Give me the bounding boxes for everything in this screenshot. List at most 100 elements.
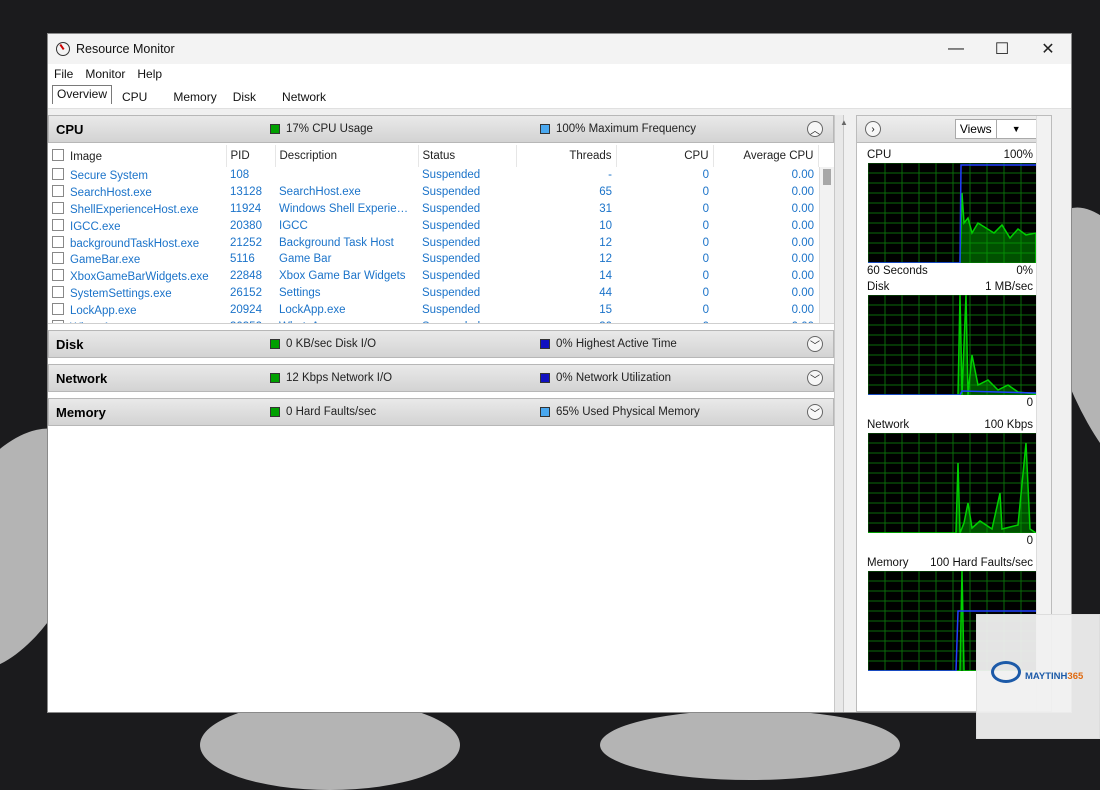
row-checkbox[interactable] — [52, 185, 64, 198]
column-header-average-cpu[interactable]: Average CPU — [713, 145, 819, 167]
expand-chevron-down-icon[interactable]: ﹀ — [807, 370, 823, 386]
select-all-checkbox[interactable] — [52, 149, 64, 161]
graph-canvas — [868, 295, 1036, 395]
memory-graph-max: 100 Hard Faults/sec — [930, 557, 1033, 569]
resource-monitor-icon — [56, 42, 70, 56]
cpu-section-title: CPU — [56, 121, 84, 137]
used-memory-swatch — [540, 407, 550, 417]
table-row[interactable]: SystemSettings.exe 26152 Settings Suspended… — [48, 285, 818, 302]
watermark-logo: MAYTINH365 — [976, 614, 1100, 739]
cpu-process-table: Image PID Description Status Threads CPU… — [48, 145, 834, 324]
table-row[interactable]: backgroundTaskHost.exe 21252 Background Ta… — [48, 234, 818, 251]
row-checkbox[interactable] — [52, 319, 64, 323]
table-row[interactable]: LockApp.exe 20924 LockApp.exe Suspended 15 0 0… — [48, 301, 818, 318]
network-graph-max: 100 Kbps — [984, 419, 1033, 431]
column-header-threads[interactable]: Threads — [516, 145, 617, 167]
disk-active-time-stat: 0% Highest Active Time — [556, 338, 677, 350]
dropdown-arrow-icon[interactable]: ▼ — [995, 120, 1037, 138]
chevron-right-icon[interactable]: › — [865, 121, 881, 137]
row-checkbox[interactable] — [52, 269, 64, 282]
network-graph-block: Network 100 Kbps 0 — [861, 417, 1041, 549]
views-dropdown[interactable]: Views ▼ — [955, 119, 1037, 139]
cpu-usage-stat: 17% CPU Usage — [286, 123, 373, 135]
used-memory-stat: 65% Used Physical Memory — [556, 406, 700, 418]
graphs-toolbar: › Views ▼ — [857, 116, 1051, 143]
network-section-title: Network — [56, 370, 108, 386]
tab-bar: Overview CPU Memory Disk Network — [48, 84, 1071, 109]
disk-active-time-swatch — [540, 339, 550, 349]
cpu-graph-time-span: 60 Seconds — [867, 265, 928, 277]
title-bar[interactable]: Resource Monitor — ☐ ✕ — [48, 34, 1071, 64]
expand-chevron-down-icon[interactable]: ﹀ — [807, 404, 823, 420]
menu-file[interactable]: File — [54, 67, 73, 81]
hard-faults-swatch — [270, 407, 280, 417]
disk-section-header[interactable]: Disk 0 KB/sec Disk I/O 0% Highest Active… — [48, 330, 834, 358]
table-row[interactable]: IGCC.exe 20380 IGCC Suspended 10 0 0.00 — [48, 217, 818, 234]
memory-graph-label: Memory — [867, 557, 909, 569]
network-graph-min: 0 — [1026, 535, 1033, 547]
disk-graph-max: 1 MB/sec — [985, 281, 1033, 293]
maximize-button[interactable]: ☐ — [979, 34, 1025, 64]
tab-cpu[interactable]: CPU — [116, 88, 153, 108]
collapse-chevron-up-icon[interactable]: ︿ — [807, 121, 823, 137]
row-checkbox[interactable] — [52, 218, 64, 231]
resource-monitor-window: Resource Monitor — ☐ ✕ File Monitor Help… — [47, 33, 1072, 713]
tab-disk[interactable]: Disk — [227, 88, 262, 108]
row-checkbox[interactable] — [52, 285, 64, 298]
column-header-cpu[interactable]: CPU — [616, 145, 714, 167]
tab-memory[interactable]: Memory — [167, 88, 222, 108]
network-utilization-swatch — [540, 373, 550, 383]
row-checkbox[interactable] — [52, 201, 64, 214]
network-section-header[interactable]: Network 12 Kbps Network I/O 0% Network U… — [48, 364, 834, 392]
pane-splitter[interactable] — [834, 115, 844, 712]
watermark-brand: MAYTINH365 — [1025, 671, 1084, 682]
column-header-description[interactable]: Description — [275, 145, 419, 167]
table-row[interactable]: WhatsApp.exe30352WhatsApp.exeSuspended30… — [48, 318, 818, 323]
scrollbar-thumb[interactable] — [823, 169, 831, 185]
row-checkbox[interactable] — [52, 235, 64, 248]
table-row[interactable]: XboxGameBarWidgets.exe 22848 Xbox Game Bar… — [48, 268, 818, 285]
memory-section-header[interactable]: Memory 0 Hard Faults/sec 65% Used Physic… — [48, 398, 834, 426]
cpu-graph — [868, 163, 1036, 263]
disk-graph-block: Disk 1 MB/sec 0 — [861, 279, 1041, 411]
column-header-pid[interactable]: PID — [226, 145, 276, 167]
disk-io-swatch — [270, 339, 280, 349]
network-io-stat: 12 Kbps Network I/O — [286, 372, 393, 384]
menu-help[interactable]: Help — [137, 67, 162, 81]
cpu-section-header[interactable]: CPU 17% CPU Usage 100% Maximum Frequency… — [48, 115, 834, 143]
minimize-button[interactable]: — — [933, 34, 979, 64]
close-button[interactable]: ✕ — [1025, 34, 1071, 64]
background-petal — [200, 700, 460, 790]
max-frequency-stat: 100% Maximum Frequency — [556, 123, 696, 135]
views-label: Views — [959, 122, 992, 136]
table-row[interactable]: SearchHost.exe 13128 SearchHost.exe Suspend… — [48, 184, 818, 201]
expand-chevron-down-icon[interactable]: ﹀ — [807, 336, 823, 352]
menu-monitor[interactable]: Monitor — [85, 67, 125, 81]
graph-canvas — [868, 163, 1036, 263]
tab-network[interactable]: Network — [276, 88, 332, 108]
disk-io-stat: 0 KB/sec Disk I/O — [286, 338, 377, 350]
table-row[interactable]: Secure System 108 Suspended -0 0.00 — [48, 167, 818, 184]
disk-graph — [868, 295, 1036, 395]
tab-overview[interactable]: Overview — [52, 85, 113, 104]
disk-graph-min: 0 — [1026, 397, 1033, 409]
row-checkbox[interactable] — [52, 168, 64, 181]
column-header-image[interactable]: Image — [48, 145, 227, 167]
scroll-up-arrow-icon[interactable]: ▲ — [840, 118, 848, 127]
table-row[interactable]: GameBar.exe 5116 Game Bar Suspended 12 0 0.00 — [48, 251, 818, 268]
network-io-swatch — [270, 373, 280, 383]
row-checkbox[interactable] — [52, 252, 64, 265]
process-table-scrollbar[interactable] — [819, 167, 834, 323]
activity-trace-green — [868, 442, 1036, 533]
column-header-status[interactable]: Status — [418, 145, 517, 167]
cpu-graph-min: 0% — [1016, 265, 1033, 277]
cpu-graph-block: CPU 100% 60 Seconds 0% — [861, 147, 1041, 279]
disk-graph-label: Disk — [867, 281, 890, 293]
disk-section-title: Disk — [56, 336, 84, 352]
row-checkbox[interactable] — [52, 302, 64, 315]
graph-canvas — [868, 433, 1036, 533]
monitor-logo-icon — [991, 661, 1021, 683]
table-row[interactable]: ShellExperienceHost.exe 11924 Windows Shel… — [48, 201, 818, 218]
overview-pane: CPU 17% CPU Usage 100% Maximum Frequency… — [48, 115, 834, 712]
network-graph — [868, 433, 1036, 533]
